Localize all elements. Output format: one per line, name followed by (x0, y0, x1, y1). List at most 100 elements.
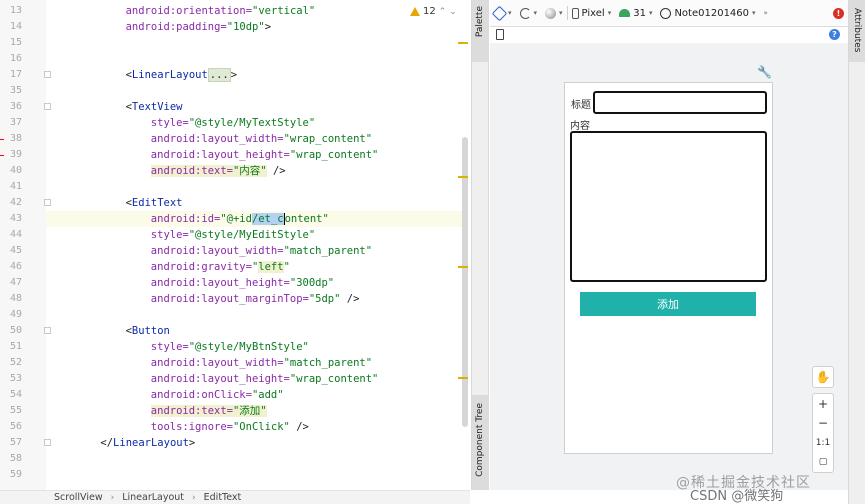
code-line[interactable]: <Button (126, 323, 170, 339)
code-line[interactable]: </LinearLayout> (100, 435, 195, 451)
orientation-button[interactable]: ▾ (516, 7, 542, 19)
line-number: 54 (9, 389, 22, 400)
line-number: 53 (9, 373, 22, 384)
zoom-one-to-one-button[interactable]: 1:1 (816, 436, 830, 450)
chevron-up-icon[interactable]: ⌃ (439, 7, 447, 17)
code-token: android:onClick= (150, 389, 252, 401)
code-line[interactable]: <EditText (126, 195, 183, 211)
code-token: LinearLayout (113, 437, 189, 449)
code-token: android:text= (150, 405, 233, 417)
pan-button[interactable]: ✋ (812, 366, 834, 388)
code-line[interactable]: style="@style/MyTextStyle" (151, 115, 315, 131)
code-line[interactable]: android:layout_width="match_parent" (151, 243, 372, 259)
warning-marker[interactable] (458, 42, 468, 44)
inspection-widget[interactable]: 12 ⌃ ⌄ (410, 6, 457, 17)
warning-marker[interactable] (458, 176, 468, 178)
locale-selector[interactable]: » (760, 9, 772, 17)
code-token: "match_parent" (283, 245, 373, 257)
add-button[interactable]: 添加 (580, 292, 756, 316)
code-line[interactable]: android:layout_width="match_parent" (151, 355, 372, 371)
palette-icon[interactable] (496, 29, 504, 40)
folded-region[interactable]: ... (207, 68, 231, 82)
code-token: android:layout_height= (150, 277, 290, 289)
fold-marker-icon[interactable] (44, 439, 51, 446)
breadcrumb-item[interactable]: LinearLayout (122, 492, 184, 503)
editor-scrollbar[interactable] (462, 137, 468, 427)
code-line[interactable]: style="@style/MyEditStyle" (151, 227, 315, 243)
line-number: 43 (9, 213, 22, 224)
code-token: /> (340, 293, 360, 305)
code-line[interactable]: android:layout_height="wrap_content" (151, 147, 379, 163)
code-token: ontent" (283, 213, 329, 225)
code-token: android:padding= (125, 21, 227, 33)
code-line[interactable]: android:layout_height="300dp" (151, 275, 334, 291)
caret-down-icon: ▾ (607, 9, 612, 17)
line-number: 45 (9, 245, 22, 256)
night-mode-button[interactable]: ▾ (541, 7, 567, 19)
phone-icon (571, 7, 579, 19)
code-line[interactable]: android:layout_width="wrap_content" (151, 131, 372, 147)
content-edittext[interactable] (570, 131, 767, 282)
chevron-down-icon[interactable]: ⌄ (449, 7, 457, 17)
code-line[interactable]: android:gravity="left" (151, 259, 290, 275)
code-token: android:layout_width= (150, 245, 284, 257)
warning-marker[interactable] (458, 377, 468, 379)
line-number: 47 (9, 277, 22, 288)
code-token: "@style/MyTextStyle" (188, 117, 316, 129)
fold-marker-icon[interactable] (44, 199, 51, 206)
code-token: TextView (131, 101, 183, 113)
code-token: android:layout_width= (150, 357, 284, 369)
night-mode-icon (545, 7, 557, 19)
code-line[interactable]: android:onClick="add" (151, 387, 284, 403)
line-number: 49 (9, 309, 22, 320)
code-token: LinearLayout (131, 69, 208, 81)
design-surface-button[interactable]: ▾ (490, 5, 516, 21)
code-line[interactable]: <TextView (126, 99, 183, 115)
breadcrumb-item[interactable]: EditText (204, 492, 242, 503)
zoom-fit-button[interactable]: ▢ (819, 455, 828, 469)
watermark-csdn: CSDN @微笑狗 (690, 489, 784, 504)
api-level-selector[interactable]: 31 ▾ (615, 8, 656, 19)
code-token: android:layout_marginTop= (150, 293, 309, 305)
code-line[interactable]: style="@style/MyBtnStyle" (151, 339, 309, 355)
code-token: "@style/MyEditStyle" (188, 229, 316, 241)
device-selector[interactable]: Pixel ▾ (568, 7, 616, 19)
fold-marker-icon[interactable] (44, 103, 51, 110)
component-tree-tab[interactable]: Component Tree (472, 395, 489, 490)
code-token: "wrap_content" (289, 373, 379, 385)
code-token: </ (100, 437, 114, 449)
more-icon: » (763, 9, 768, 17)
line-number: 50 (9, 325, 22, 336)
wrench-icon[interactable]: 🔧 (757, 65, 772, 79)
code-line[interactable]: tools:ignore="OnClick" /> (151, 419, 309, 435)
help-icon[interactable]: ? (829, 29, 840, 40)
code-line[interactable]: android:orientation="vertical" (126, 3, 316, 19)
code-line[interactable]: android:layout_height="wrap_content" (151, 371, 379, 387)
code-line[interactable]: android:id="@+id/et_content" (151, 211, 329, 227)
title-edittext[interactable] (593, 91, 767, 114)
code-line[interactable]: <LinearLayout... > (126, 67, 237, 83)
fold-marker-icon[interactable] (44, 327, 51, 334)
code-token: " (283, 261, 290, 273)
warning-marker[interactable] (458, 266, 468, 268)
code-line[interactable]: android:padding="10dp"> (126, 19, 271, 35)
title-label: 标题 (571, 100, 591, 111)
theme-selector[interactable]: Note01201460 ▾ (656, 7, 759, 19)
zoom-in-button[interactable]: + (818, 397, 828, 411)
fold-marker-icon[interactable] (44, 71, 51, 78)
line-number: 42 (9, 197, 22, 208)
attributes-tab[interactable]: Attributes (849, 0, 865, 62)
hand-icon: ✋ (815, 370, 831, 384)
code-line[interactable]: android:text="添加" (150, 403, 267, 419)
code-token: > (264, 21, 272, 33)
code-line[interactable]: android:text="内容" /> (150, 163, 286, 179)
code-token: "@+id (220, 213, 252, 225)
palette-tab[interactable]: Palette (472, 0, 489, 62)
line-number: 48 (9, 293, 22, 304)
zoom-out-button[interactable]: − (818, 416, 828, 430)
caret-down-icon: ▾ (508, 9, 512, 17)
code-token: style= (150, 117, 189, 129)
error-indicator[interactable]: ! (829, 7, 848, 19)
breadcrumb-item[interactable]: ScrollView (54, 492, 103, 503)
code-line[interactable]: android:layout_marginTop="5dp" /> (151, 291, 360, 307)
